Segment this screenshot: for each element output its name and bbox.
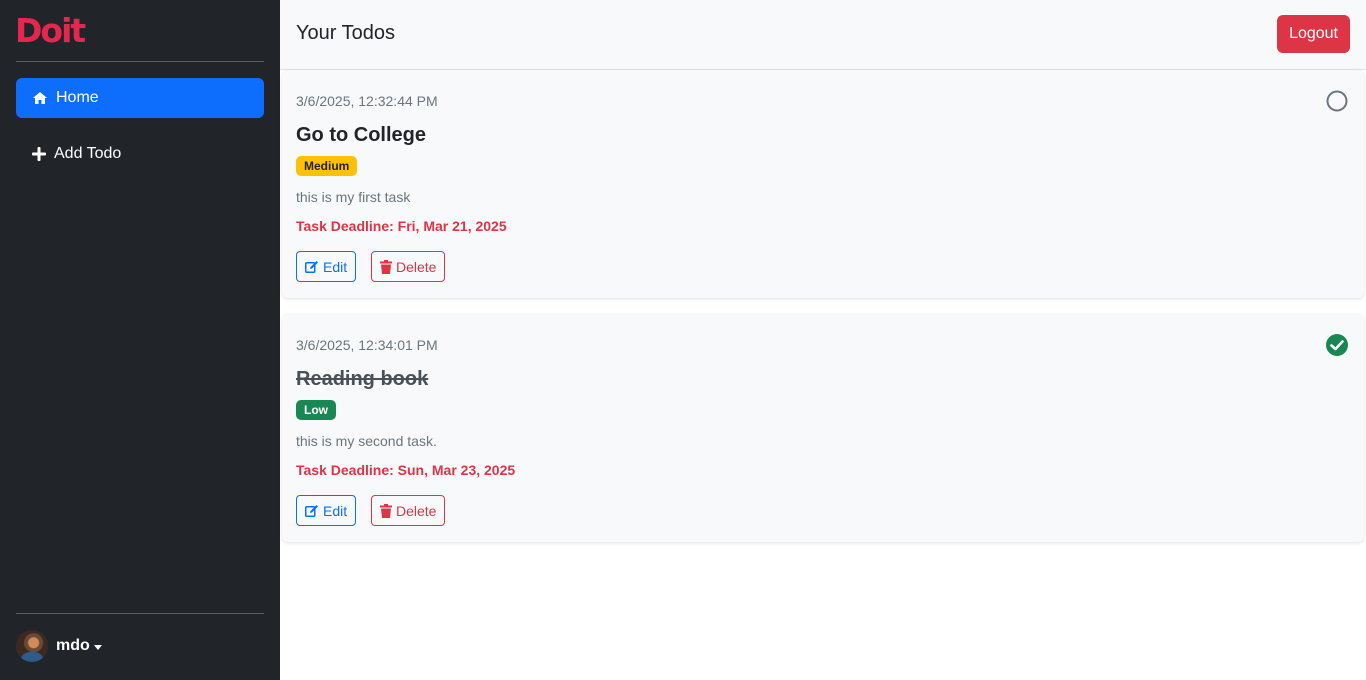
trash-icon: [380, 259, 392, 274]
todo-description: this is my second task.: [296, 433, 437, 449]
delete-button[interactable]: Delete: [371, 251, 446, 282]
todo-deadline: Task Deadline: Sun, Mar 23, 2025: [296, 462, 516, 478]
chevron-down-icon: [93, 644, 102, 650]
circle-unchecked-icon[interactable]: [1326, 90, 1348, 112]
sidebar-item-label: Home: [56, 89, 99, 106]
plus-icon: [32, 147, 46, 161]
todo-card: 3/6/2025, 12:32:44 PM Go to College Medi…: [282, 70, 1364, 298]
edit-icon: [305, 261, 318, 273]
sidebar: Doit Home Add Todo mdo: [0, 0, 280, 680]
app-logo[interactable]: Doit: [15, 13, 86, 49]
todo-description: this is my first task: [296, 189, 411, 205]
avatar: [16, 630, 48, 662]
page-header: Your Todos Logout: [280, 0, 1366, 70]
todo-timestamp: 3/6/2025, 12:34:01 PM: [296, 337, 438, 353]
edit-label: Edit: [323, 258, 348, 275]
priority-badge: Low: [296, 400, 336, 420]
user-name: mdo: [56, 637, 90, 654]
page-title: Your Todos: [296, 22, 395, 44]
delete-button[interactable]: Delete: [371, 495, 446, 526]
todo-card: 3/6/2025, 12:34:01 PM Reading book Low t…: [282, 314, 1364, 542]
edit-button[interactable]: Edit: [296, 495, 357, 526]
delete-label: Delete: [396, 258, 437, 275]
edit-button[interactable]: Edit: [296, 251, 357, 282]
delete-label: Delete: [396, 502, 437, 519]
todo-timestamp: 3/6/2025, 12:32:44 PM: [296, 93, 438, 109]
edit-icon: [305, 505, 318, 517]
todo-title: Go to College: [296, 124, 426, 146]
main-content: Your Todos Logout 3/6/2025, 12:32:44 PM …: [280, 0, 1366, 680]
logout-button[interactable]: Logout: [1277, 15, 1350, 53]
sidebar-item-home[interactable]: Home: [16, 78, 264, 118]
todo-title: Reading book: [296, 368, 429, 390]
sidebar-divider-top: [16, 61, 264, 62]
priority-badge: Medium: [296, 156, 358, 176]
sidebar-item-label: Add Todo: [54, 145, 122, 162]
check-circle-icon[interactable]: [1326, 334, 1348, 356]
user-menu[interactable]: mdo: [16, 630, 102, 662]
sidebar-divider-bottom: [16, 613, 264, 614]
edit-label: Edit: [323, 502, 348, 519]
todo-deadline: Task Deadline: Fri, Mar 21, 2025: [296, 218, 507, 234]
home-icon: [33, 92, 47, 104]
sidebar-item-add-todo[interactable]: Add Todo: [16, 134, 264, 174]
trash-icon: [380, 503, 392, 518]
